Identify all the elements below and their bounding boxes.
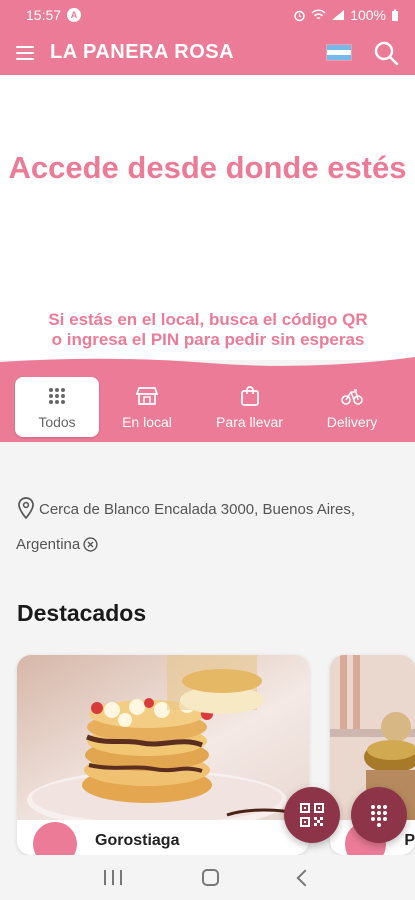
alarm-icon (294, 10, 305, 21)
system-navigation-bar (0, 855, 415, 900)
signal-icon (332, 10, 345, 20)
tab-delivery-label: Delivery (326, 414, 378, 430)
bag-icon (240, 386, 259, 406)
tab-en-local-label: En local (122, 414, 172, 430)
status-bar-right: 100% (293, 7, 399, 23)
battery-percent: 100% (350, 7, 386, 23)
location-text: Cerca de Blanco Encalada 3000, Buenos Ai… (16, 501, 356, 553)
tab-delivery[interactable]: Delivery (315, 377, 389, 437)
status-bar: 15:57 A 100% (0, 0, 415, 30)
back-icon[interactable] (296, 869, 314, 886)
brand-title: LA PANERA ROSA (50, 41, 235, 63)
restaurant-name: Gorostiaga (95, 831, 180, 849)
argentina-flag-icon[interactable] (327, 45, 351, 60)
status-bar-left: 15:57 A (26, 7, 82, 23)
notification-icon: A (67, 8, 82, 22)
pancake-photo (17, 655, 309, 820)
tab-para-llevar[interactable]: Para llevar (207, 377, 292, 437)
tab-en-local[interactable]: En local (112, 377, 182, 437)
hero: Accede desde donde estés Si estás en el … (0, 75, 415, 360)
restaurant-card[interactable]: Gorostiaga (17, 655, 309, 855)
restaurant-name: P (404, 831, 415, 849)
store-icon (136, 387, 158, 405)
hero-title: Accede desde donde estés (8, 150, 407, 185)
tab-todos-label: Todos (38, 414, 76, 430)
wifi-icon (311, 9, 326, 20)
menu-icon[interactable] (16, 45, 34, 60)
search-icon[interactable] (373, 40, 399, 66)
status-time: 15:57 (26, 7, 62, 23)
hero-subtitle: Si estás en el local, busca el código QR… (48, 310, 368, 350)
pin-keypad-button[interactable] (351, 787, 407, 843)
location-pin-icon (18, 497, 34, 519)
section-title: Destacados (17, 600, 147, 626)
tab-para-llevar-label: Para llevar (216, 414, 283, 430)
tab-todos[interactable]: Todos (15, 377, 99, 437)
qr-code-icon (300, 803, 324, 827)
bicycle-icon (341, 389, 363, 405)
home-icon[interactable] (202, 869, 219, 886)
recent-apps-icon[interactable] (104, 870, 122, 885)
battery-icon (392, 9, 398, 21)
qr-code-button[interactable] (284, 787, 340, 843)
app-bar: LA PANERA ROSA (0, 30, 415, 75)
restaurant-logo (33, 821, 77, 855)
clear-icon[interactable] (83, 537, 98, 552)
grid-icon (49, 388, 65, 404)
location-line[interactable]: Cerca de Blanco Encalada 3000, Buenos Ai… (16, 492, 401, 562)
keypad-icon (371, 805, 387, 827)
restaurant-card-footer: Gorostiaga (17, 820, 309, 855)
